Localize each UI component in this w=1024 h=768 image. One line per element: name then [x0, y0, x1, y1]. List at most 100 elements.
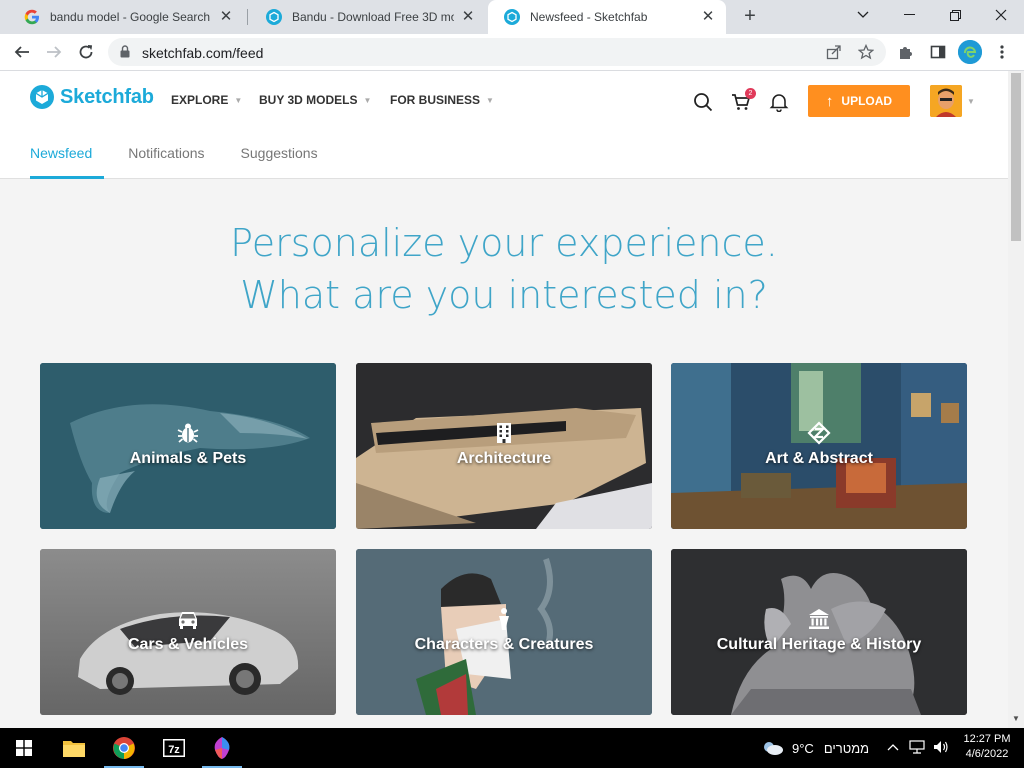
close-window-button[interactable] [978, 0, 1024, 30]
svg-text:7z: 7z [168, 744, 180, 756]
nav-for-business[interactable]: FOR BUSINESS ▼ [390, 93, 494, 107]
tab-notifications[interactable]: Notifications [128, 145, 216, 179]
star-icon[interactable] [858, 44, 874, 60]
system-clock[interactable]: 12:27 PM 4/6/2022 [958, 732, 1016, 762]
new-tab-button[interactable]: + [738, 5, 762, 29]
tab-google-search[interactable]: bandu model - Google Search ✕ [8, 0, 244, 34]
car-icon [179, 612, 197, 629]
chevron-down-icon[interactable]: ▼ [967, 97, 975, 106]
hero-line-2: What are you interested in? [240, 273, 768, 317]
share-icon[interactable] [826, 44, 842, 60]
tab-search-icon[interactable] [840, 0, 886, 30]
search-icon [694, 93, 713, 112]
close-icon[interactable]: ✕ [700, 9, 716, 25]
side-panel-button[interactable] [926, 40, 950, 64]
category-label: Art & Abstract [765, 450, 873, 467]
menu-button[interactable] [990, 40, 1014, 64]
category-label: Cultural Heritage & History [716, 636, 922, 653]
tab-separator [247, 9, 248, 25]
category-card-animals-pets[interactable]: Animals & Pets [40, 363, 336, 529]
category-card-architecture[interactable]: Architecture [356, 363, 652, 529]
taskbar-paint-3d[interactable] [198, 728, 246, 768]
start-button[interactable] [0, 728, 48, 768]
category-card-cultural-heritage[interactable]: Cultural Heritage & History [671, 549, 967, 715]
tray-chevron-up-icon[interactable] [887, 740, 899, 754]
url-text: sketchfab.com/feed [142, 45, 264, 61]
category-card-characters-creatures[interactable]: Characters & Creatures [356, 549, 652, 715]
building-icon [497, 423, 511, 443]
sketchfab-icon [504, 9, 520, 25]
minimize-button[interactable] [886, 0, 932, 30]
windows-logo-icon [16, 740, 32, 756]
clock-time: 12:27 PM [963, 733, 1011, 745]
chrome-icon [113, 737, 135, 759]
upload-button[interactable]: ↑ UPLOAD [808, 85, 910, 117]
network-icon[interactable] [909, 740, 925, 757]
hero-heading: Personalize your experience. What are yo… [0, 217, 1008, 321]
close-icon[interactable]: ✕ [460, 9, 476, 25]
profile-avatar[interactable] [958, 40, 982, 64]
sketchfab-logo[interactable]: Sketchfab [30, 85, 154, 109]
arrow-up-icon: ↑ [825, 92, 834, 110]
reload-button[interactable] [74, 40, 98, 64]
google-icon [24, 9, 39, 25]
category-card-art-abstract[interactable]: Art & Abstract [671, 363, 967, 529]
site-header: Sketchfab EXPLORE ▼ BUY 3D MODELS ▼ FOR BU… [0, 71, 1008, 179]
reload-icon [79, 45, 93, 59]
nav-buy-3d-models[interactable]: BUY 3D MODELS ▼ [259, 93, 371, 107]
nav-explore[interactable]: EXPLORE ▼ [171, 93, 242, 107]
forward-button[interactable] [42, 40, 66, 64]
back-button[interactable] [10, 40, 34, 64]
paint-3d-icon [214, 737, 230, 759]
art-thumbnail [671, 363, 967, 529]
tab-title: Bandu - Download Free 3D model [292, 10, 454, 24]
bug-icon [177, 423, 199, 443]
scroll-down-icon[interactable]: ▼ [1012, 714, 1020, 723]
tab-title: Newsfeed - Sketchfab [530, 10, 648, 24]
nav-label: FOR BUSINESS [390, 93, 481, 107]
tab-bandu-model[interactable]: Bandu - Download Free 3D model ✕ [250, 0, 486, 34]
web-page: Sketchfab EXPLORE ▼ BUY 3D MODELS ▼ FOR BU… [0, 71, 1008, 728]
tab-newsfeed[interactable]: Newsfeed - Sketchfab ✕ [488, 0, 726, 34]
arrow-left-icon [14, 46, 29, 58]
nav-label: EXPLORE [171, 93, 229, 107]
cloud-rain-icon [764, 742, 783, 755]
brand-name: Sketchfab [60, 85, 154, 108]
category-label: Characters & Creatures [414, 636, 594, 653]
scrollbar-thumb[interactable] [1011, 73, 1021, 241]
notifications-button[interactable] [768, 91, 790, 113]
tab-suggestions[interactable]: Suggestions [241, 145, 330, 179]
windows-taskbar: 7z 9°C ממטרים 12:27 PM 4/6/2022 [0, 728, 1024, 768]
taskbar-chrome[interactable] [100, 728, 148, 768]
volume-icon[interactable] [933, 740, 949, 757]
chevron-down-icon: ▼ [486, 95, 494, 105]
7zip-icon: 7z [163, 739, 185, 757]
category-label: Cars & Vehicles [127, 636, 249, 653]
user-avatar-image [930, 85, 962, 117]
close-icon[interactable]: ✕ [218, 9, 234, 25]
page-scrollbar[interactable]: ▲ ▼ [1008, 71, 1024, 728]
taskbar-file-explorer[interactable] [50, 728, 98, 768]
person-icon [499, 608, 509, 630]
search-button[interactable] [692, 91, 714, 113]
hero-line-1: Personalize your experience. [230, 221, 778, 265]
tab-newsfeed-feed[interactable]: Newsfeed [30, 145, 105, 179]
browser-toolbar: sketchfab.com/feed [0, 34, 1024, 71]
weather-text: ממטרים [823, 740, 870, 756]
chevron-down-icon: ▼ [234, 95, 243, 105]
side-panel-icon [930, 45, 946, 59]
heritage-thumbnail [671, 549, 967, 715]
address-bar[interactable]: sketchfab.com/feed [108, 38, 886, 66]
kebab-menu-icon [1000, 45, 1004, 59]
clock-date: 4/6/2022 [965, 748, 1009, 760]
weather-widget[interactable]: 9°C ממטרים [762, 740, 869, 756]
taskbar-7zip[interactable]: 7z [150, 728, 198, 768]
category-card-cars-vehicles[interactable]: Cars & Vehicles [40, 549, 336, 715]
user-avatar[interactable] [930, 85, 962, 117]
animals-thumbnail [40, 363, 336, 529]
extensions-button[interactable] [894, 40, 918, 64]
nav-label: BUY 3D MODELS [259, 93, 358, 107]
restore-button[interactable] [932, 0, 978, 30]
architecture-thumbnail [356, 363, 652, 529]
puzzle-icon [900, 47, 912, 59]
